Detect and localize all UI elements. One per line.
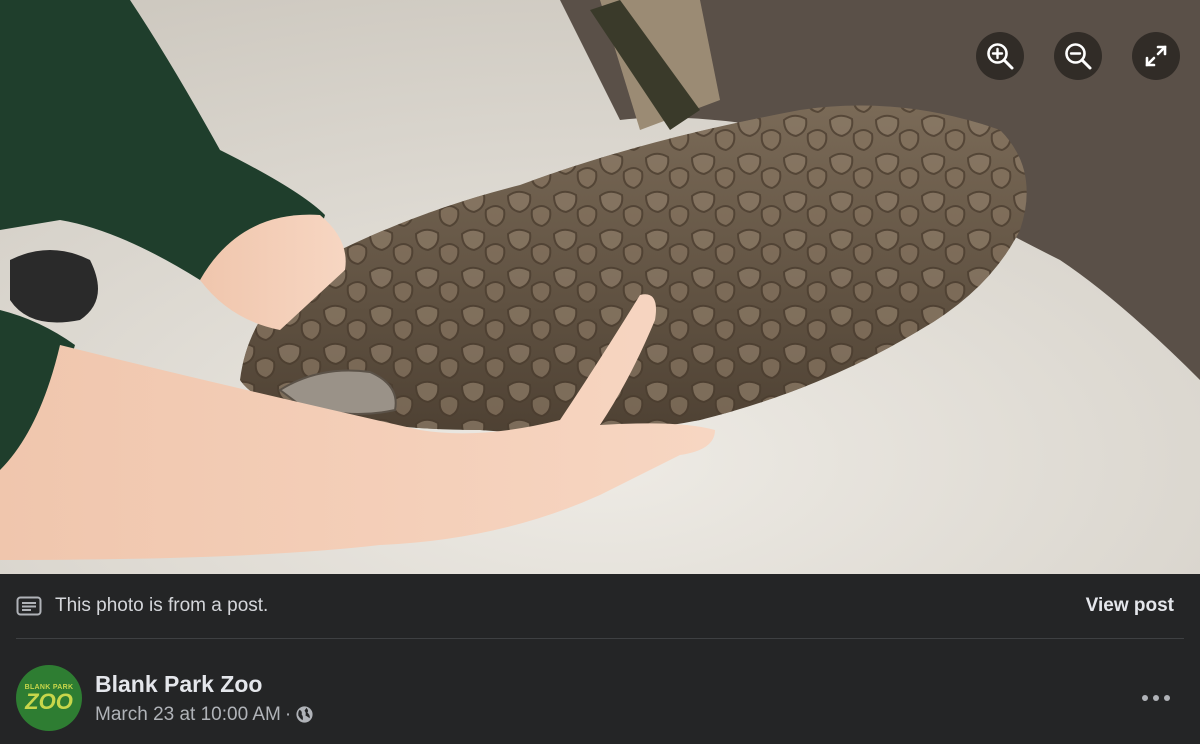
avatar[interactable]: BLANK PARK ZOO bbox=[16, 665, 82, 731]
expand-icon bbox=[1145, 45, 1167, 67]
post-timestamp[interactable]: March 23 at 10:00 AM bbox=[95, 704, 281, 726]
post-time-row: March 23 at 10:00 AM · bbox=[95, 704, 1134, 726]
zoom-in-icon bbox=[987, 43, 1014, 70]
photo-info-panel: This photo is from a post. View post BLA… bbox=[0, 574, 1200, 744]
photo-viewer[interactable] bbox=[0, 0, 1200, 574]
meta-separator: · bbox=[284, 703, 292, 725]
more-options-button[interactable] bbox=[1134, 676, 1178, 720]
photo-image bbox=[0, 0, 1200, 574]
fullscreen-button[interactable] bbox=[1132, 32, 1180, 80]
zoom-in-button[interactable] bbox=[976, 32, 1024, 80]
avatar-logo-main: ZOO bbox=[25, 689, 73, 714]
author-meta: Blank Park Zoo March 23 at 10:00 AM · bbox=[95, 671, 1134, 726]
author-row: BLANK PARK ZOO Blank Park Zoo March 23 a… bbox=[16, 664, 1184, 732]
view-post-link[interactable]: View post bbox=[1086, 595, 1174, 617]
post-notice-text: This photo is from a post. bbox=[55, 595, 269, 616]
globe-icon[interactable] bbox=[295, 705, 314, 724]
more-dots-icon bbox=[1142, 695, 1170, 701]
viewer-controls bbox=[976, 32, 1180, 80]
post-text-icon bbox=[16, 595, 42, 617]
author-name[interactable]: Blank Park Zoo bbox=[95, 671, 262, 698]
post-notice: This photo is from a post. View post bbox=[16, 574, 1184, 639]
zoom-out-icon bbox=[1065, 43, 1092, 70]
zoom-out-button[interactable] bbox=[1054, 32, 1102, 80]
